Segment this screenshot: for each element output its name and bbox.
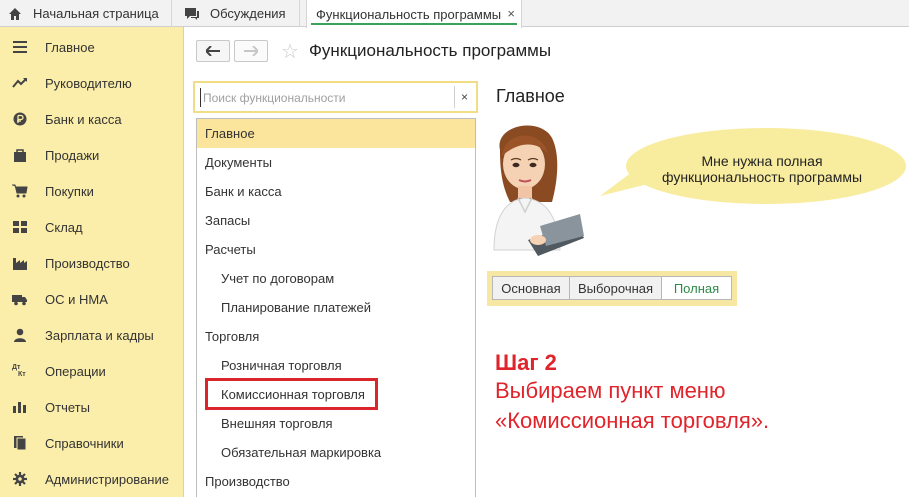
bubble-text: Мне нужна полная функциональность програ…: [612, 153, 909, 185]
list-item[interactable]: Учет по договорам: [197, 264, 475, 293]
list-item[interactable]: Документы: [197, 148, 475, 177]
step-title: Шаг 2: [495, 350, 557, 375]
arrow-right-icon: [244, 46, 258, 56]
person-icon: [14, 328, 26, 342]
sidebar-item-label: ОС и НМА: [45, 291, 108, 307]
list-item-label: Внешняя торговля: [221, 416, 333, 431]
sidebar-item-warehouse[interactable]: Склад: [0, 209, 184, 245]
list-item-label: Торговля: [205, 329, 260, 344]
sidebar-item-label: Администрирование: [45, 471, 169, 487]
sidebar-item-label: Продажи: [45, 147, 100, 163]
mode-basic-button[interactable]: Основная: [492, 276, 570, 300]
sidebar-item-references[interactable]: Справочники: [0, 425, 184, 461]
sidebar: Главное Руководителю Банк и касса Продаж…: [0, 27, 184, 497]
list-item-label: Планирование платежей: [221, 300, 371, 315]
clear-search-button[interactable]: ×: [454, 86, 474, 108]
list-item[interactable]: Торговля: [197, 322, 475, 351]
tab-discussions-label: Обсуждения: [210, 6, 286, 21]
list-item-label: Учет по договорам: [221, 271, 335, 286]
sidebar-item-label: Отчеты: [45, 399, 90, 415]
forward-button[interactable]: [234, 40, 268, 62]
list-item-label: Обязательная маркировка: [221, 445, 382, 460]
active-tab-indicator: [311, 23, 517, 25]
cart-icon: [12, 184, 28, 198]
sidebar-item-label: Производство: [45, 255, 130, 271]
section-title: Главное: [496, 86, 565, 106]
back-button[interactable]: [196, 40, 230, 62]
list-item-label: Розничная торговля: [221, 358, 342, 373]
list-item-label: Запасы: [205, 213, 251, 228]
assistant-avatar: [493, 125, 584, 256]
ruble-icon: [13, 112, 27, 126]
sidebar-item-reports[interactable]: Отчеты: [0, 389, 184, 425]
list-item-label: Банк и касса: [205, 184, 282, 199]
search-input[interactable]: [200, 88, 454, 107]
sidebar-item-label: Покупки: [45, 183, 94, 199]
factory-icon: [13, 258, 27, 270]
sidebar-item-operations[interactable]: Дт Кт Операции: [0, 353, 184, 389]
list-item[interactable]: Главное: [197, 119, 475, 148]
list-item-label: Производство: [205, 474, 290, 489]
list-item-label: Расчеты: [205, 242, 256, 257]
sidebar-item-label: Операции: [45, 363, 106, 379]
functionality-list: Главное Документы Банк и касса Запасы Ра…: [196, 118, 476, 497]
bubble-line-1: Мне нужна полная: [701, 153, 823, 169]
sidebar-item-purchases[interactable]: Покупки: [0, 173, 184, 209]
search-box: ×: [193, 81, 478, 113]
sidebar-item-bank[interactable]: Банк и касса: [0, 101, 184, 137]
list-item[interactable]: Банк и касса: [197, 177, 475, 206]
list-item[interactable]: Внешняя торговля: [197, 409, 475, 438]
sidebar-item-admin[interactable]: Администрирование: [0, 461, 184, 497]
tab-discussions[interactable]: Обсуждения: [172, 0, 300, 27]
bag-icon: [14, 149, 26, 162]
kt-label: Кт: [18, 371, 26, 378]
truck-icon: [12, 295, 27, 306]
tab-home-label: Начальная страница: [33, 6, 159, 21]
sidebar-item-production[interactable]: Производство: [0, 245, 184, 281]
sidebar-item-sales[interactable]: Продажи: [0, 137, 184, 173]
highlight-frame: [205, 378, 378, 410]
sidebar-item-label: Зарплата и кадры: [45, 327, 154, 343]
trend-icon: [12, 78, 27, 88]
sidebar-item-label: Справочники: [45, 435, 124, 451]
sidebar-item-label: Банк и касса: [45, 111, 122, 127]
list-item-label: Главное: [205, 126, 255, 141]
list-item[interactable]: Обязательная маркировка: [197, 438, 475, 467]
mode-full-button[interactable]: Полная: [661, 276, 732, 300]
list-item-label: Документы: [205, 155, 273, 170]
bar-chart-icon: [13, 402, 26, 413]
dt-label: Дт: [12, 364, 21, 371]
list-item[interactable]: Запасы: [197, 206, 475, 235]
list-item[interactable]: Расчеты: [197, 235, 475, 264]
step-text-line-1: Выбираем пункт меню: [495, 378, 726, 403]
list-item[interactable]: Розничная торговля: [197, 351, 475, 380]
sidebar-item-assets[interactable]: ОС и НМА: [0, 281, 184, 317]
tab-home[interactable]: Начальная страница: [0, 0, 172, 27]
close-tab-icon[interactable]: ×: [507, 6, 515, 21]
sidebar-item-label: Главное: [45, 39, 95, 55]
tab-functionality[interactable]: Функциональность программы ×: [306, 0, 522, 28]
mode-selective-button[interactable]: Выборочная: [569, 276, 662, 300]
chat-icon: [184, 6, 200, 22]
favorite-star-icon[interactable]: ☆: [281, 39, 299, 64]
page-title: Функциональность программы: [309, 41, 552, 60]
menu-icon: [13, 41, 27, 53]
home-icon: [7, 6, 23, 22]
arrow-left-icon: [206, 46, 220, 56]
bubble-line-2: функциональность программы: [661, 169, 863, 185]
dt-kt-icon: Дт Кт: [12, 364, 28, 378]
sidebar-item-manager[interactable]: Руководителю: [0, 65, 184, 101]
sidebar-item-main[interactable]: Главное: [0, 29, 184, 65]
gear-icon: [13, 472, 27, 486]
tab-functionality-label: Функциональность программы: [316, 6, 502, 22]
warehouse-icon: [13, 221, 27, 233]
sidebar-item-salary[interactable]: Зарплата и кадры: [0, 317, 184, 353]
tab-bar: Начальная страница Обсуждения Функционал…: [0, 0, 909, 28]
step-text-line-2: «Комиссионная торговля».: [495, 408, 770, 433]
sidebar-item-label: Склад: [45, 219, 83, 235]
sidebar-item-label: Руководителю: [45, 75, 132, 91]
list-item[interactable]: Планирование платежей: [197, 293, 475, 322]
books-icon: [14, 436, 27, 450]
list-item[interactable]: Производство: [197, 467, 475, 496]
